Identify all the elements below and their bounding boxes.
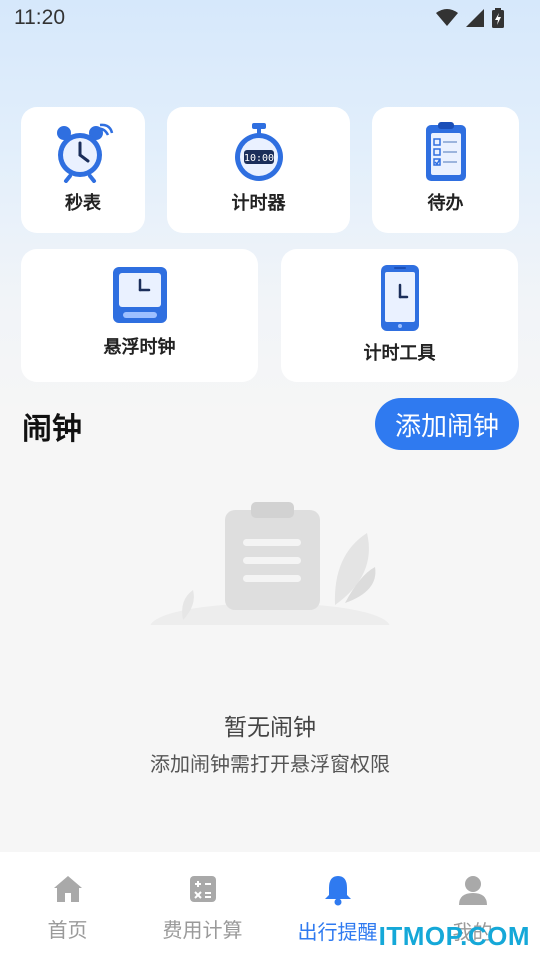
bell-icon [324, 876, 351, 906]
tab-cost-calc[interactable]: 费用计算 [135, 852, 270, 960]
tab-home[interactable]: 首页 [0, 852, 135, 960]
empty-state-title: 暂无闹钟 [224, 715, 316, 741]
battery-icon [492, 8, 504, 28]
signal-icon [466, 9, 484, 27]
tool-card-stopwatch[interactable]: 秒表 [21, 107, 145, 233]
tool-label-todo: 待办 [427, 193, 464, 214]
tool-label-stopwatch: 秒表 [65, 193, 101, 214]
desk-clock-icon [112, 267, 167, 323]
svg-text:10:00: 10:00 [243, 153, 273, 164]
status-time: 11:20 [14, 6, 65, 29]
add-alarm-button[interactable]: 添加闹钟 [375, 398, 519, 450]
phone-clock-icon [380, 265, 419, 331]
tool-card-timing-tools[interactable]: 计时工具 [281, 249, 518, 382]
alarm-clock-icon [57, 123, 114, 183]
tab-label-travel-reminder: 出行提醒 [297, 920, 378, 944]
tool-card-timer[interactable]: 10:00 计时器 [167, 107, 350, 233]
watermark: ITMOP.COM [378, 921, 530, 951]
empty-state-subtitle: 添加闹钟需打开悬浮窗权限 [150, 752, 390, 776]
tool-label-floating-clock: 悬浮时钟 [103, 337, 176, 358]
tab-label-cost-calc: 费用计算 [162, 918, 243, 942]
bottom-tab-bar: 首页 费用计算 出行提醒 我的 ITMOP.COM [0, 852, 540, 960]
empty-clipboard-illustration [145, 502, 395, 645]
tool-card-floating-clock[interactable]: 悬浮时钟 [21, 249, 258, 382]
checklist-icon [425, 122, 466, 181]
tab-label-home: 首页 [47, 918, 88, 942]
home-icon [53, 876, 82, 902]
tool-label-timer: 计时器 [231, 193, 286, 214]
person-icon [458, 876, 487, 905]
tool-label-timing-tools: 计时工具 [363, 343, 436, 364]
timer-icon: 10:00 [234, 123, 283, 181]
alarm-section-title: 闹钟 [22, 412, 82, 447]
tool-card-todo[interactable]: 待办 [372, 107, 519, 233]
calculator-icon [189, 876, 216, 902]
wifi-icon [436, 9, 458, 26]
status-icons [436, 8, 504, 28]
status-bar: 11:20 [0, 0, 540, 38]
